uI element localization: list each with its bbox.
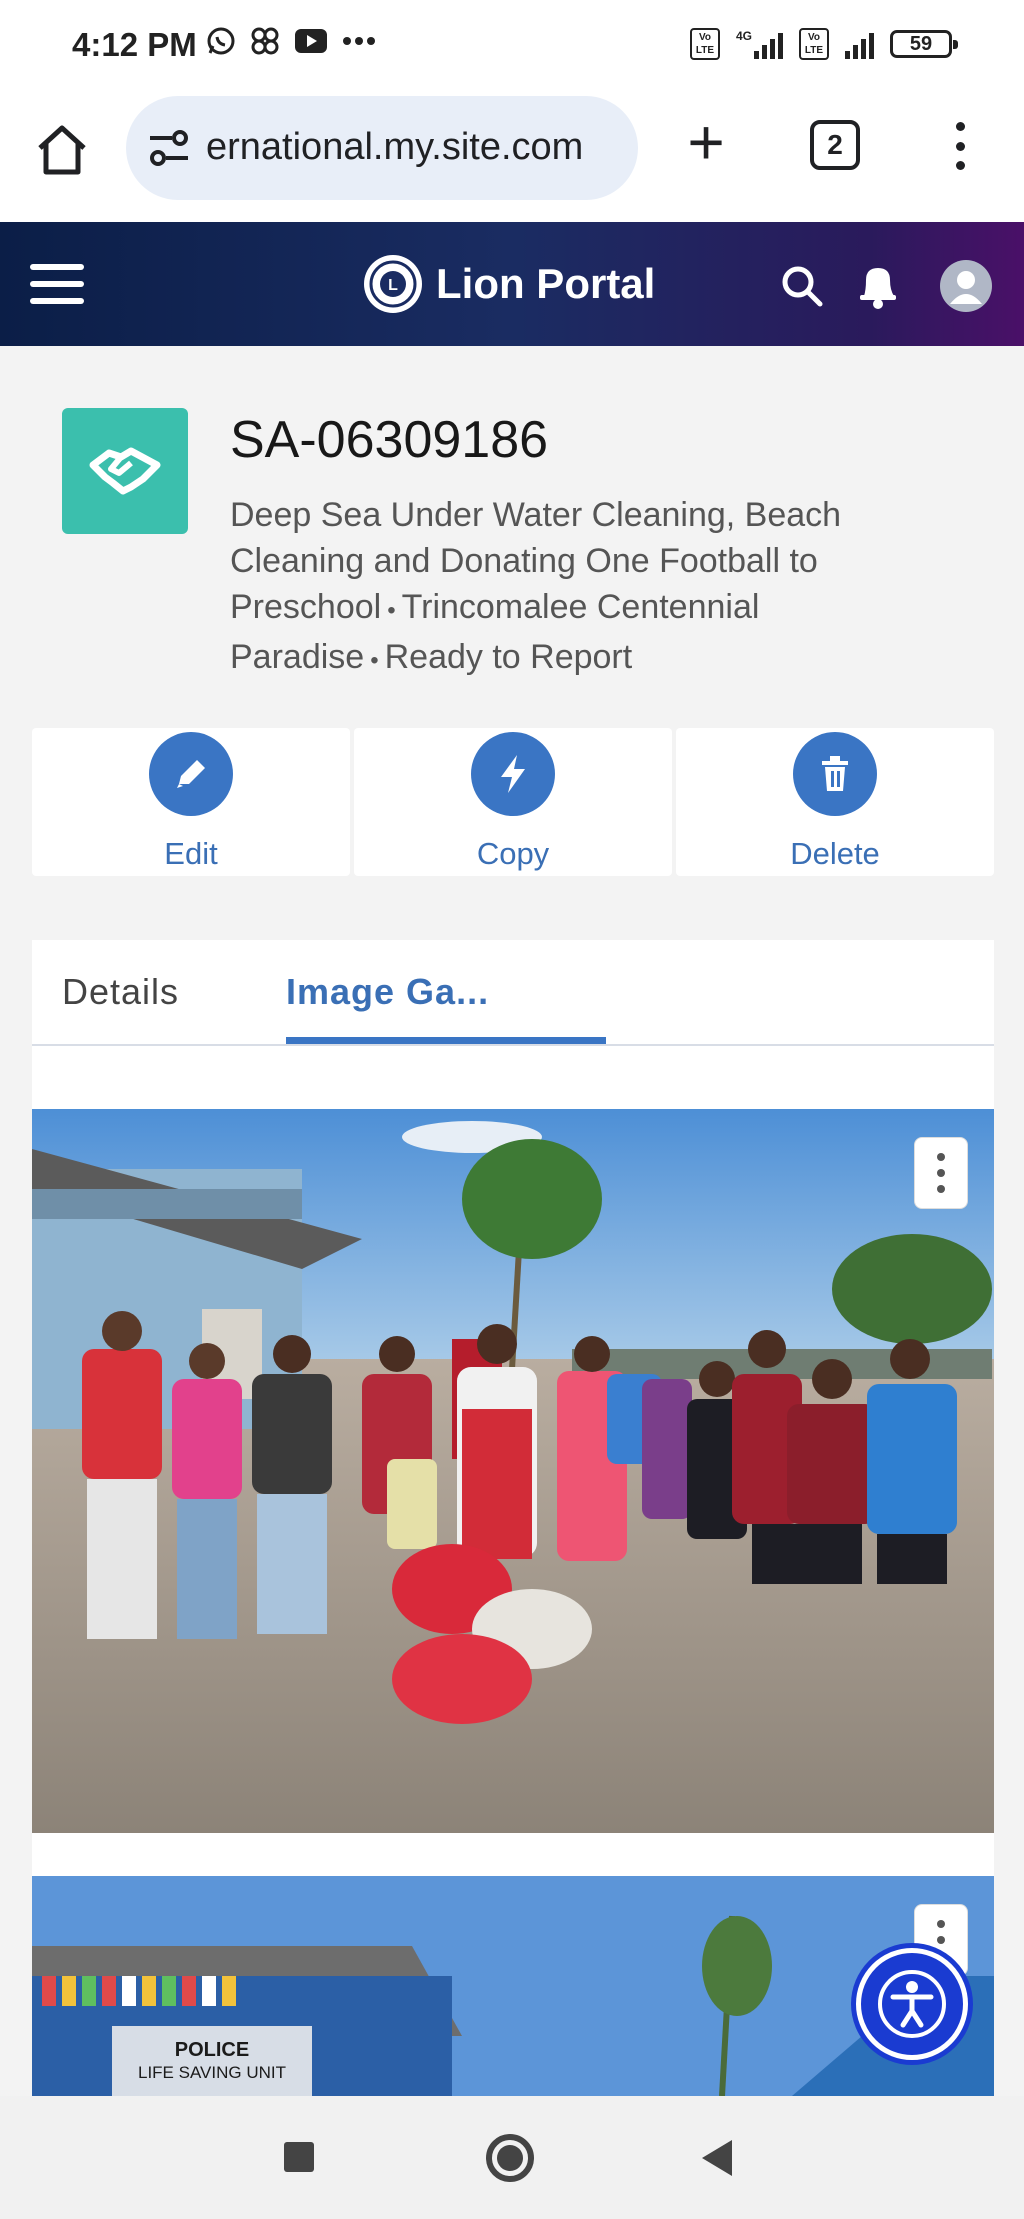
home-icon[interactable]	[30, 118, 94, 182]
accessibility-icon	[878, 1970, 946, 2038]
beach-photo: POLICE LIFE SAVING UNIT	[32, 1876, 994, 2096]
tab-switcher-button[interactable]: 2	[810, 120, 860, 170]
browser-menu-button[interactable]	[940, 116, 980, 176]
record-subtitle: Deep Sea Under Water Cleaning, Beach Cle…	[230, 496, 842, 676]
record-type-icon	[62, 408, 188, 534]
home-button[interactable]	[486, 2134, 534, 2182]
status-notification-icons	[206, 26, 376, 56]
record-actions: Edit Copy Delete	[32, 728, 994, 876]
edit-label: Edit	[164, 836, 218, 871]
battery-icon: 59	[890, 30, 958, 58]
pinwheel-icon	[251, 27, 279, 55]
signal-icon	[754, 29, 783, 59]
pencil-icon	[149, 732, 233, 816]
whatsapp-icon	[207, 27, 235, 55]
handshake-icon	[89, 447, 161, 495]
status-bar: 4:12 PM Vo LTE 4G Vo LTE 59	[0, 0, 1024, 90]
status-time: 4:12 PM	[72, 26, 197, 63]
record-id: SA-06309186	[230, 411, 549, 469]
accessibility-button[interactable]	[856, 1948, 968, 2060]
gallery-image[interactable]	[32, 1109, 994, 1833]
android-navigation-bar	[0, 2096, 1024, 2219]
copy-button[interactable]: Copy	[354, 728, 672, 876]
tab-image-gallery[interactable]: Image Ga...	[286, 940, 489, 1044]
svg-text:L: L	[388, 277, 398, 294]
hamburger-menu-icon[interactable]	[30, 264, 84, 304]
recents-button[interactable]	[284, 2142, 314, 2172]
browser-toolbar: ernational.my.site.com + 2	[0, 90, 1024, 222]
lightning-icon	[471, 732, 555, 816]
new-tab-button[interactable]: +	[676, 110, 736, 174]
record-status: Ready to Report	[384, 638, 633, 676]
gallery-image-2[interactable]: POLICE LIFE SAVING UNIT	[32, 1876, 994, 2096]
lifesaving-sign-text: LIFE SAVING UNIT	[138, 2063, 286, 2082]
image-menu-button[interactable]	[914, 1137, 968, 1209]
more-dots-icon	[343, 37, 375, 45]
status-system-icons: Vo LTE 4G Vo LTE 59	[689, 28, 958, 60]
lions-logo-icon: L	[364, 255, 422, 313]
url-text[interactable]: ernational.my.site.com	[206, 126, 583, 169]
network-type-label: 4G	[735, 29, 752, 43]
tab-details[interactable]: Details	[62, 940, 179, 1044]
volte-badge: Vo LTE	[689, 28, 720, 60]
portal-title: Lion Portal	[436, 260, 656, 307]
search-icon[interactable]	[780, 264, 824, 308]
address-bar[interactable]: ernational.my.site.com	[126, 96, 638, 200]
police-sign-text: POLICE	[175, 2039, 249, 2061]
edit-button[interactable]: Edit	[32, 728, 350, 876]
youtube-icon	[295, 29, 327, 53]
notification-bell-icon[interactable]	[856, 260, 900, 310]
back-button[interactable]	[702, 2140, 732, 2176]
trash-icon	[793, 732, 877, 816]
volte-badge-2: Vo LTE	[799, 28, 829, 60]
site-settings-icon[interactable]	[146, 126, 192, 170]
active-tab-indicator	[286, 1037, 606, 1044]
signal-icon-2	[845, 29, 874, 59]
tab-divider	[32, 1044, 994, 1046]
delete-button[interactable]: Delete	[676, 728, 994, 876]
copy-label: Copy	[476, 836, 550, 871]
portal-header: L Lion Portal	[0, 222, 1024, 346]
delete-label: Delete	[790, 836, 880, 871]
group-photo	[32, 1109, 994, 1833]
user-avatar[interactable]	[940, 260, 992, 312]
portal-brand[interactable]: L Lion Portal	[364, 252, 655, 316]
